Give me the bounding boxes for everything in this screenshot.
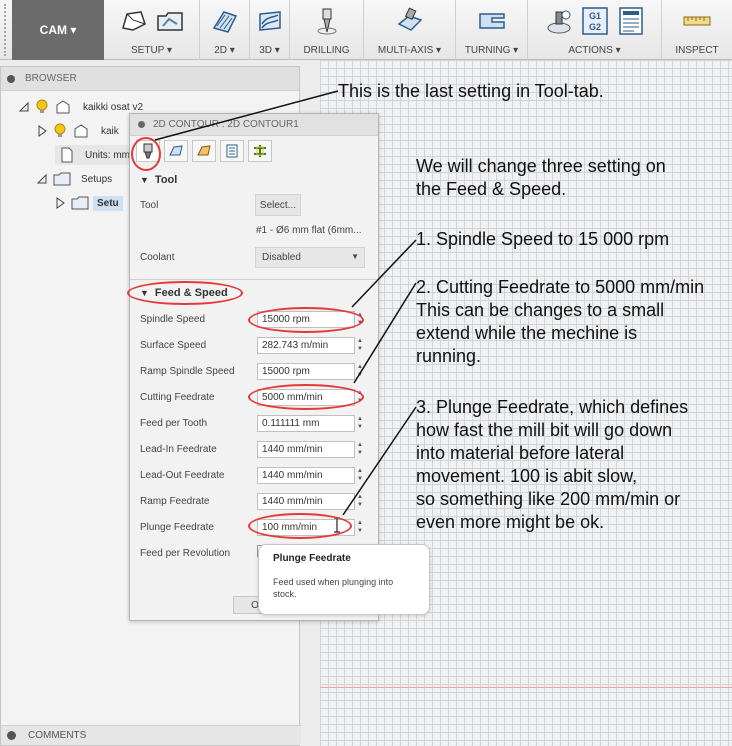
note-step1: 1. Spindle Speed to 15 000 rpm <box>416 229 670 249</box>
callout-line-tool-tab <box>154 90 339 141</box>
note-intro: We will change three setting on the Feed… <box>416 156 666 199</box>
callout-lines <box>154 90 417 516</box>
note-step3: 3. Plunge Feedrate, which defines how fa… <box>416 397 689 532</box>
callout-line-plunge <box>342 406 417 516</box>
note-tool-tab: This is the last setting in Tool-tab. <box>338 81 604 101</box>
callout-line-spindle <box>351 239 417 308</box>
callout-line-cutting <box>353 282 417 384</box>
note-step2: 2. Cutting Feedrate to 5000 mm/min This … <box>416 277 705 366</box>
